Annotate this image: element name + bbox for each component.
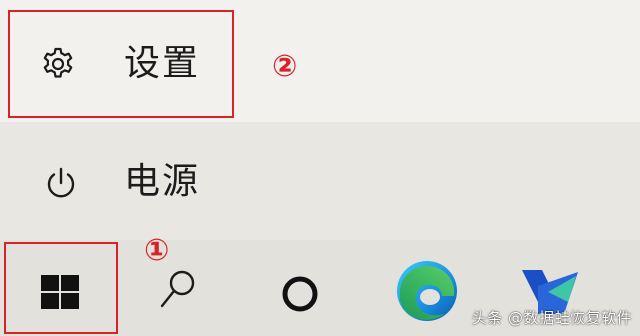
edge-browser-icon <box>394 258 460 328</box>
power-icon <box>44 166 78 206</box>
step-1-marker: ① <box>144 233 170 268</box>
search-icon <box>158 268 198 314</box>
settings-highlight-box <box>8 10 234 118</box>
edge-button[interactable] <box>380 240 480 336</box>
cortana-button[interactable] <box>260 240 340 336</box>
power-menu-item[interactable]: 电源 <box>0 122 640 240</box>
step-2-marker: ② <box>272 49 298 84</box>
watermark: 头条 @数据蛙恢复软件 <box>471 309 632 327</box>
power-label: 电源 <box>124 161 201 202</box>
circle-icon <box>280 274 320 318</box>
start-button-highlight-box <box>4 242 118 334</box>
